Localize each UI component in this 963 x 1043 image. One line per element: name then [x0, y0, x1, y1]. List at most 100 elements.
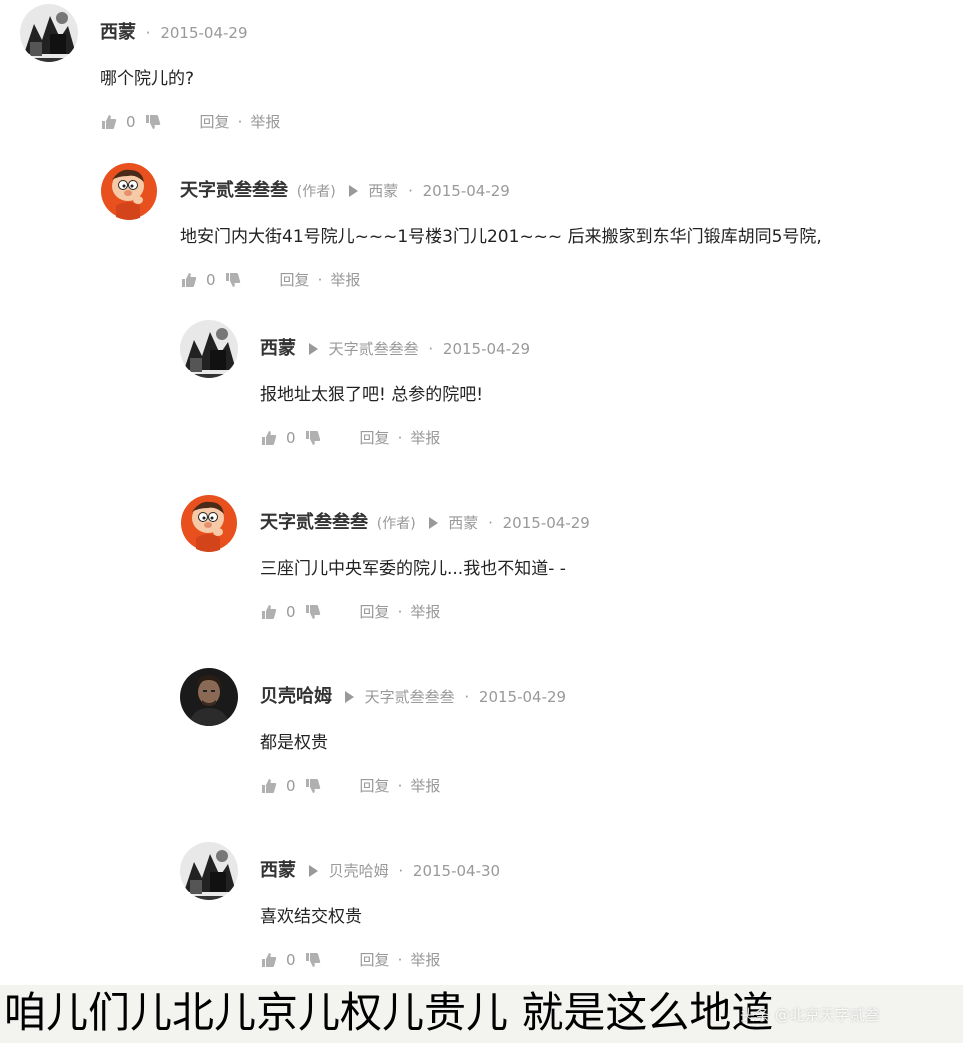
comment-text: 哪个院儿的?	[100, 69, 195, 89]
bw-photo-avatar-icon	[20, 4, 78, 62]
separator-dot: ·	[488, 514, 493, 532]
report-button[interactable]: 举报	[330, 269, 360, 291]
report-button[interactable]: 举报	[410, 775, 440, 797]
comment-item: 贝壳哈姆 天字贰叁叁叁 · 2015-04-29 都是权贵 0 回复 · 举报	[180, 668, 940, 808]
comment-item: 西蒙 · 2015-04-29 哪个院儿的? 0 回复 · 举报	[20, 4, 920, 144]
comment-actions: 0 回复 · 举报	[260, 775, 440, 797]
author-name[interactable]: 天字贰叁叁叁	[180, 180, 288, 201]
comment-header: 天字贰叁叁叁 (作者) 西蒙 · 2015-04-29	[180, 180, 510, 203]
comment-header: 天字贰叁叁叁 (作者) 西蒙 · 2015-04-29	[260, 512, 590, 535]
reply-button[interactable]: 回复	[200, 111, 230, 133]
comment-actions: 0 回复 · 举报	[260, 601, 440, 623]
comment-header: 西蒙 · 2015-04-29	[100, 22, 248, 44]
comment-date: 2015-04-29	[422, 182, 510, 200]
thumbs-down-icon[interactable]	[304, 951, 322, 969]
author-badge: (作者)	[296, 184, 336, 200]
thumbs-up-icon[interactable]	[260, 777, 278, 795]
avatar[interactable]	[180, 494, 238, 552]
separator-dot: ·	[317, 271, 323, 289]
avatar[interactable]	[180, 842, 238, 900]
report-button[interactable]: 举报	[250, 111, 280, 133]
reply-to-arrow-icon	[428, 517, 438, 529]
comment-item: 西蒙 贝壳哈姆 · 2015-04-30 喜欢结交权贵 0 回复 · 举报	[180, 842, 940, 982]
author-name[interactable]: 西蒙	[100, 22, 136, 43]
reply-button[interactable]: 回复	[360, 601, 390, 623]
like-count: 0	[126, 113, 136, 131]
thumbs-down-icon[interactable]	[304, 603, 322, 621]
thumbs-down-icon[interactable]	[304, 429, 322, 447]
author-name[interactable]: 西蒙	[260, 860, 296, 881]
report-button[interactable]: 举报	[410, 949, 440, 971]
comment-actions: 0 回复 · 举报	[260, 427, 440, 449]
reply-button[interactable]: 回复	[360, 427, 390, 449]
comment-header: 西蒙 贝壳哈姆 · 2015-04-30	[260, 860, 500, 882]
separator-dot: ·	[397, 777, 403, 795]
like-count: 0	[206, 271, 216, 289]
cartoon-avatar-icon	[100, 162, 158, 220]
separator-dot: ·	[408, 182, 413, 200]
comment-text: 喜欢结交权贵	[260, 907, 362, 927]
like-count: 0	[286, 777, 296, 795]
reply-to-name[interactable]: 西蒙	[368, 182, 398, 200]
like-count: 0	[286, 951, 296, 969]
comment-actions: 0 回复 · 举报	[180, 269, 360, 291]
reply-to-arrow-icon	[308, 343, 318, 355]
reply-button[interactable]: 回复	[360, 775, 390, 797]
separator-dot: ·	[397, 603, 403, 621]
reply-button[interactable]: 回复	[360, 949, 390, 971]
like-count: 0	[286, 429, 296, 447]
thumbs-down-icon[interactable]	[304, 777, 322, 795]
avatar[interactable]	[180, 668, 238, 726]
comment-date: 2015-04-29	[442, 340, 531, 358]
author-name[interactable]: 天字贰叁叁叁	[260, 512, 368, 533]
reply-to-name[interactable]: 西蒙	[448, 514, 478, 532]
report-button[interactable]: 举报	[410, 601, 440, 623]
reply-to-name[interactable]: 天字贰叁叁叁	[365, 688, 455, 706]
thumbs-down-icon[interactable]	[144, 113, 162, 131]
avatar[interactable]	[20, 4, 78, 62]
comment-date: 2015-04-29	[502, 514, 590, 532]
reply-to-name[interactable]: 贝壳哈姆	[329, 862, 389, 880]
comment-text: 都是权贵	[260, 733, 328, 753]
dark-portrait-avatar-icon	[180, 668, 238, 726]
reply-button[interactable]: 回复	[280, 269, 310, 291]
thumbs-up-icon[interactable]	[180, 271, 198, 289]
comment-actions: 0 回复 · 举报	[260, 949, 440, 971]
like-count: 0	[286, 603, 296, 621]
avatar[interactable]	[100, 162, 158, 220]
video-caption: 咱儿们儿北儿京儿权儿贵儿 就是这么地道	[4, 988, 774, 1037]
report-button[interactable]: 举报	[410, 427, 440, 449]
comment-date: 2015-04-29	[160, 24, 248, 42]
comment-actions: 0 回复 · 举报	[100, 111, 280, 133]
comment-text: 报地址太狠了吧! 总参的院吧!	[260, 385, 484, 405]
separator-dot: ·	[464, 688, 470, 706]
avatar[interactable]	[180, 320, 238, 378]
watermark: 头条 @北京天字贰叁	[740, 1006, 880, 1024]
author-name[interactable]: 西蒙	[260, 338, 296, 359]
comment-item: 天字贰叁叁叁 (作者) 西蒙 · 2015-04-29 地安门内大街41号院儿~…	[100, 162, 960, 302]
author-name[interactable]: 贝壳哈姆	[260, 686, 332, 707]
comment-item: 天字贰叁叁叁 (作者) 西蒙 · 2015-04-29 三座门儿中央军委的院儿.…	[180, 494, 940, 634]
comment-item: 西蒙 天字贰叁叁叁 · 2015-04-29 报地址太狠了吧! 总参的院吧! 0…	[180, 320, 940, 460]
separator-dot: ·	[397, 951, 403, 969]
comment-date: 2015-04-29	[478, 688, 567, 706]
thumbs-up-icon[interactable]	[260, 429, 278, 447]
separator-dot: ·	[397, 429, 403, 447]
author-badge: (作者)	[376, 516, 416, 532]
thumbs-up-icon[interactable]	[260, 603, 278, 621]
thumbs-up-icon[interactable]	[260, 951, 278, 969]
thumbs-down-icon[interactable]	[224, 271, 242, 289]
comment-date: 2015-04-30	[412, 862, 501, 880]
bw-photo-avatar-icon	[180, 842, 238, 900]
reply-to-arrow-icon	[344, 691, 354, 703]
bw-photo-avatar-icon	[180, 320, 238, 378]
thumbs-up-icon[interactable]	[100, 113, 118, 131]
comment-thread-page: 西蒙 · 2015-04-29 哪个院儿的? 0 回复 · 举报 天字贰叁叁叁 …	[0, 0, 963, 1043]
reply-to-arrow-icon	[348, 185, 358, 197]
cartoon-avatar-icon	[180, 494, 238, 552]
separator-dot: ·	[428, 340, 434, 358]
reply-to-name[interactable]: 天字贰叁叁叁	[329, 340, 419, 358]
separator-dot: ·	[237, 113, 243, 131]
comment-text: 地安门内大街41号院儿~~~1号楼3门儿201~~~ 后来搬家到东华门锻库胡同5…	[180, 227, 822, 247]
reply-to-arrow-icon	[308, 865, 318, 877]
